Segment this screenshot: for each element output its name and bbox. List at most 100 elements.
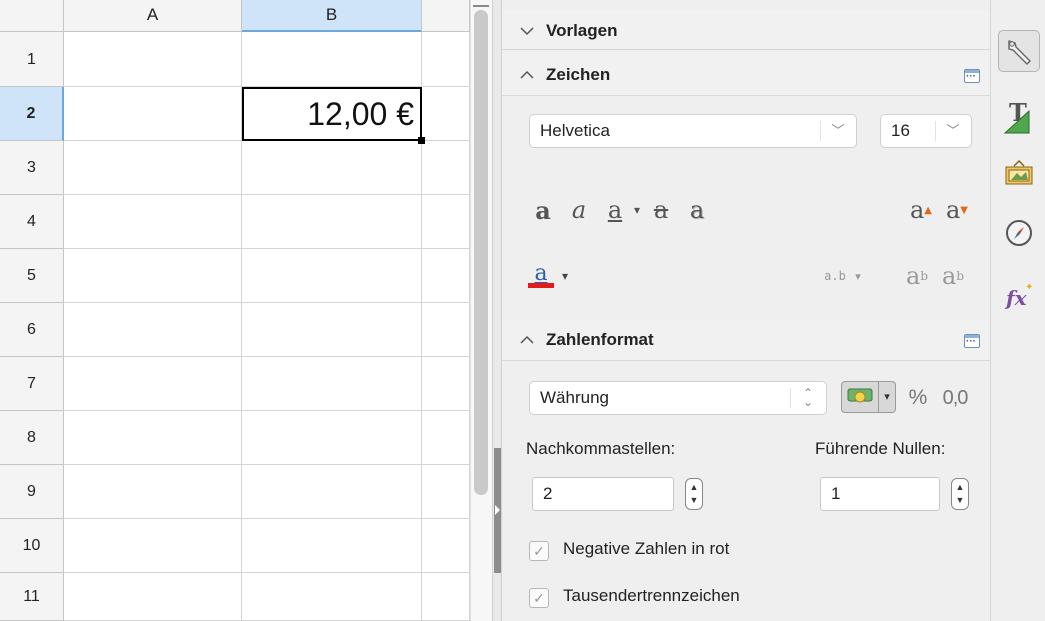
gallery-tab[interactable] [998, 152, 1040, 194]
cell-b7[interactable] [242, 357, 422, 411]
cell-b5[interactable] [242, 249, 422, 303]
cell-a5[interactable] [64, 249, 242, 303]
cell-c8[interactable] [422, 411, 470, 465]
bold-icon[interactable]: a [528, 196, 558, 225]
row-header-3[interactable]: 3 [0, 141, 64, 195]
cell-c9[interactable] [422, 465, 470, 519]
section-title-character: Zeichen [546, 65, 611, 84]
currency-icon [847, 388, 873, 403]
cell-c6[interactable] [422, 303, 470, 357]
currency-dropdown-button[interactable]: ▾ [879, 381, 896, 413]
cell-c2[interactable] [422, 87, 470, 141]
underline-icon[interactable]: a [600, 196, 630, 224]
sidebar-tab-bar: T fx ✦ [990, 0, 1045, 621]
more-options-icon[interactable] [964, 334, 980, 349]
row-header-4[interactable]: 4 [0, 195, 64, 249]
properties-tab[interactable] [998, 30, 1040, 72]
cell-a2[interactable] [64, 87, 242, 141]
font-color-dropdown-icon[interactable]: ▾ [558, 262, 572, 290]
leading-zeros-input[interactable]: 1 [820, 477, 940, 511]
spreadsheet-grid: A B 1 2 3 4 5 6 7 8 9 10 11 12,00 € [0, 0, 470, 621]
chevron-up-icon [520, 335, 534, 344]
column-header-a[interactable]: A [64, 0, 242, 32]
spacing-dropdown-icon[interactable]: ▾ [852, 262, 864, 290]
cell-b1[interactable] [242, 32, 422, 87]
cell-a8[interactable] [64, 411, 242, 465]
underline-dropdown-icon[interactable]: ▾ [630, 196, 644, 224]
standard-format-button[interactable]: 0,0 [935, 384, 975, 412]
cell-b6[interactable] [242, 303, 422, 357]
fill-handle[interactable] [418, 137, 425, 144]
styles-tab[interactable]: T [998, 96, 1040, 138]
active-cell-b2[interactable]: 12,00 € [242, 87, 422, 141]
italic-icon[interactable]: a [564, 196, 594, 224]
row-header-2[interactable]: 2 [0, 87, 64, 141]
row-header-9[interactable]: 9 [0, 465, 64, 519]
vertical-scrollbar[interactable] [470, 0, 492, 621]
cell-b8[interactable] [242, 411, 422, 465]
cell-c11[interactable] [422, 573, 470, 621]
cell-a9[interactable] [64, 465, 242, 519]
cell-c3[interactable] [422, 141, 470, 195]
cell-b9[interactable] [242, 465, 422, 519]
navigator-tab[interactable] [998, 212, 1040, 254]
cell-c1[interactable] [422, 32, 470, 87]
decimal-places-input[interactable]: 2 [532, 477, 674, 511]
sidebar-splitter[interactable] [492, 0, 502, 621]
cell-b4[interactable] [242, 195, 422, 249]
superscript-icon[interactable]: ab [902, 262, 932, 290]
percent-format-button[interactable]: % [904, 384, 932, 412]
scrollbar-thumb[interactable] [474, 10, 488, 495]
negative-red-checkbox[interactable]: ✓ [529, 541, 549, 561]
font-color-icon[interactable]: a [526, 262, 556, 290]
updown-icon[interactable]: ⌃ ⌄ [790, 387, 818, 408]
row-header-10[interactable]: 10 [0, 519, 64, 573]
cell-b10[interactable] [242, 519, 422, 573]
cell-c5[interactable] [422, 249, 470, 303]
subscript-icon[interactable]: ab [938, 262, 968, 290]
currency-format-button[interactable] [841, 381, 879, 413]
sidebar-collapse-handle[interactable] [494, 448, 501, 573]
functions-tab[interactable]: fx ✦ [998, 274, 1040, 316]
cell-a6[interactable] [64, 303, 242, 357]
cell-a1[interactable] [64, 32, 242, 87]
section-header-templates[interactable]: Vorlagen [502, 10, 990, 50]
cell-c7[interactable] [422, 357, 470, 411]
decimal-places-spinner[interactable]: ▲ ▼ [685, 478, 703, 510]
cell-b3[interactable] [242, 141, 422, 195]
row-header-1[interactable]: 1 [0, 32, 64, 87]
chevron-down-icon[interactable]: ﹀ [820, 121, 848, 141]
cell-a10[interactable] [64, 519, 242, 573]
navigator-icon [1006, 220, 1032, 246]
cell-b11[interactable] [242, 573, 422, 621]
cell-a11[interactable] [64, 573, 242, 621]
font-size-combo[interactable]: 16 ﹀ [880, 114, 972, 148]
column-header-b[interactable]: B [242, 0, 422, 32]
row-header-6[interactable]: 6 [0, 303, 64, 357]
spacing-icon[interactable]: a.b [820, 262, 850, 290]
leading-zeros-spinner[interactable]: ▲ ▼ [951, 478, 969, 510]
decimal-places-label: Nachkommastellen: [526, 439, 676, 458]
section-header-character[interactable]: Zeichen [502, 54, 990, 96]
chevron-down-icon[interactable]: ﹀ [935, 121, 963, 141]
column-header-c[interactable] [422, 0, 470, 32]
thousands-separator-checkbox[interactable]: ✓ [529, 588, 549, 608]
cell-c4[interactable] [422, 195, 470, 249]
cell-a4[interactable] [64, 195, 242, 249]
select-all-corner[interactable] [0, 0, 64, 32]
row-header-5[interactable]: 5 [0, 249, 64, 303]
row-header-11[interactable]: 11 [0, 573, 64, 621]
section-header-number-format[interactable]: Zahlenformat [502, 319, 990, 361]
font-name-combo[interactable]: Helvetica ﹀ [529, 114, 857, 148]
shadow-icon[interactable]: a [682, 196, 712, 224]
cell-a3[interactable] [64, 141, 242, 195]
cell-c10[interactable] [422, 519, 470, 573]
cell-a7[interactable] [64, 357, 242, 411]
grow-font-icon[interactable]: a ▲ [906, 196, 936, 224]
row-header-7[interactable]: 7 [0, 357, 64, 411]
shrink-font-icon[interactable]: a ▼ [942, 196, 972, 224]
number-format-select[interactable]: Währung ⌃ ⌄ [529, 381, 827, 415]
row-header-8[interactable]: 8 [0, 411, 64, 465]
more-options-icon[interactable] [964, 69, 980, 84]
strikethrough-icon[interactable]: a [646, 196, 676, 224]
